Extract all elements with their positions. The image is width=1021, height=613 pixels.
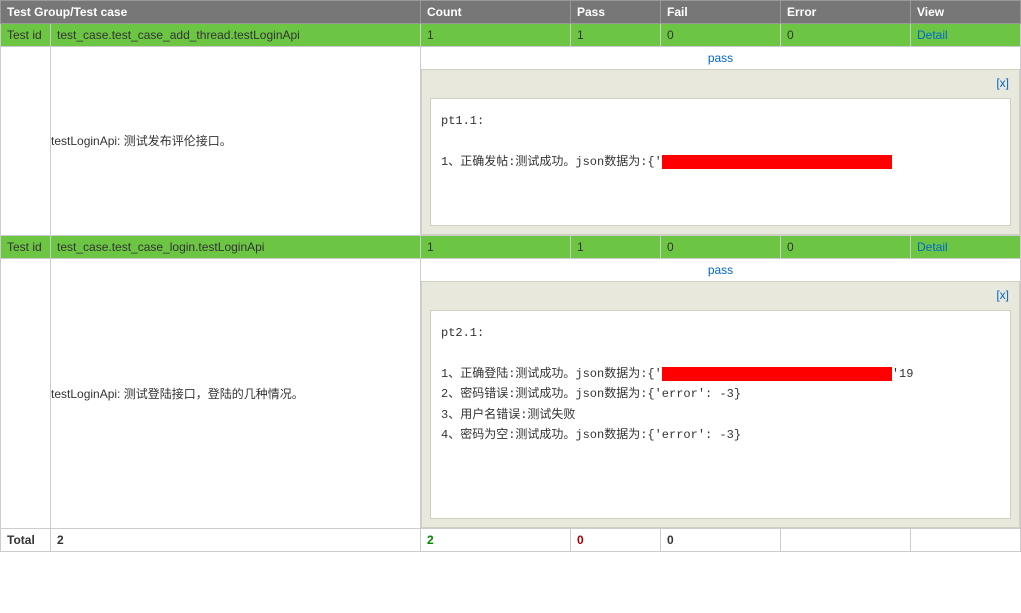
test-fail: 0 [661, 235, 781, 258]
status-label: pass [421, 259, 1020, 281]
test-view-cell: Detail [911, 24, 1021, 47]
detail-spacer [1, 258, 51, 529]
test-results-table: Test Group/Test case Count Pass Fail Err… [0, 0, 1021, 552]
output-box: [x] pt1.1: 1、正确发帖:测试成功。json数据为:{'x [421, 69, 1020, 235]
test-error: 0 [781, 235, 911, 258]
header-view: View [911, 1, 1021, 24]
pre-line: 2、密码错误:测试成功。json数据为:{'error': -3} [441, 387, 741, 401]
total-row: Total 2 2 0 0 [1, 529, 1021, 552]
test-name: test_case.test_case_add_thread.testLogin… [51, 24, 421, 47]
test-count: 1 [421, 24, 571, 47]
pre-line-suffix: '19 [892, 367, 914, 381]
detail-link[interactable]: Detail [917, 240, 948, 254]
total-label: Total [1, 529, 51, 552]
test-pass: 1 [571, 24, 661, 47]
test-summary-row: Test id test_case.test_case_login.testLo… [1, 235, 1021, 258]
redacted-text: x [662, 155, 892, 169]
pre-line: 1、正确发帖:测试成功。json数据为:{' [441, 155, 662, 169]
test-pass: 1 [571, 235, 661, 258]
pre-header: pt2.1: [441, 326, 484, 340]
detail-spacer [1, 47, 51, 236]
test-name: test_case.test_case_login.testLoginApi [51, 235, 421, 258]
test-description: testLoginApi: 测试登陆接口，登陆的几种情况。 [51, 258, 421, 529]
test-output-cell: pass [x] pt2.1: 1、正确登陆:测试成功。json数据为:{'x'… [421, 258, 1021, 529]
header-row: Test Group/Test case Count Pass Fail Err… [1, 1, 1021, 24]
detail-link[interactable]: Detail [917, 28, 948, 42]
output-box: [x] pt2.1: 1、正确登陆:测试成功。json数据为:{'x'19 2、… [421, 281, 1020, 529]
close-icon[interactable]: [x] [996, 288, 1009, 302]
pre-line: 4、密码为空:测试成功。json数据为:{'error': -3} [441, 428, 741, 442]
test-fail: 0 [661, 24, 781, 47]
total-empty1 [781, 529, 911, 552]
header-test-group: Test Group/Test case [1, 1, 421, 24]
test-detail-row: testLoginApi: 测试登陆接口，登陆的几种情况。 pass [x] p… [1, 258, 1021, 529]
pre-line: 1、正确登陆:测试成功。json数据为:{' [441, 367, 662, 381]
test-error: 0 [781, 24, 911, 47]
test-output-cell: pass [x] pt1.1: 1、正确发帖:测试成功。json数据为:{'x [421, 47, 1021, 236]
close-icon[interactable]: [x] [996, 76, 1009, 90]
status-label: pass [421, 47, 1020, 69]
header-error: Error [781, 1, 911, 24]
header-count: Count [421, 1, 571, 24]
output-pre[interactable]: pt1.1: 1、正确发帖:测试成功。json数据为:{'x [430, 98, 1011, 226]
redacted-text: x [662, 367, 892, 381]
test-detail-row: testLoginApi: 测试发布评伦接口。 pass [x] pt1.1: … [1, 47, 1021, 236]
header-fail: Fail [661, 1, 781, 24]
test-id-label: Test id [1, 235, 51, 258]
test-count: 1 [421, 235, 571, 258]
output-pre[interactable]: pt2.1: 1、正确登陆:测试成功。json数据为:{'x'19 2、密码错误… [430, 310, 1011, 520]
pre-line: 3、用户名错误:测试失败 [441, 408, 575, 422]
total-pass-col: 2 [421, 529, 571, 552]
header-pass: Pass [571, 1, 661, 24]
total-empty2 [911, 529, 1021, 552]
test-id-label: Test id [1, 24, 51, 47]
total-error-col: 0 [661, 529, 781, 552]
total-count: 2 [51, 529, 421, 552]
pre-header: pt1.1: [441, 114, 484, 128]
total-fail-col: 0 [571, 529, 661, 552]
test-view-cell: Detail [911, 235, 1021, 258]
test-description: testLoginApi: 测试发布评伦接口。 [51, 47, 421, 236]
test-summary-row: Test id test_case.test_case_add_thread.t… [1, 24, 1021, 47]
